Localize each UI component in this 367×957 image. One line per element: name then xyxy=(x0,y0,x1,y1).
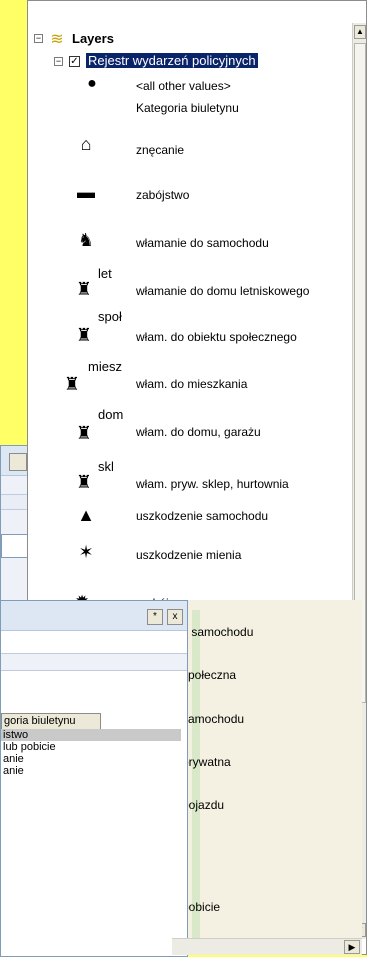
legend-item-label: włamanie do domu letniskowego xyxy=(136,284,310,298)
legend-item-sup: społ xyxy=(98,309,122,324)
table-row[interactable]: anie xyxy=(3,765,24,777)
legend-item-label: zabójstwo xyxy=(136,188,190,202)
burglar-icon: ♜ xyxy=(63,373,81,394)
legend-item-label: włam. do obiektu społecznego xyxy=(136,330,297,344)
burglar-icon: ♜ xyxy=(75,471,93,492)
partial-legend-label: prywatna xyxy=(182,755,231,769)
map-background: z samochodu społeczna samochodu prywatna… xyxy=(182,600,362,940)
horizontal-scrollbar[interactable]: ▶ xyxy=(172,938,362,955)
legend-item-label: uszkodzenie samochodu xyxy=(136,509,269,523)
damage-icon: ✶ xyxy=(78,541,94,562)
partial-legend-label: samochodu xyxy=(182,712,245,726)
legend-item-label: znęcanie xyxy=(136,143,185,157)
attribute-window-titlebar: * x xyxy=(1,601,187,631)
map-road xyxy=(192,610,200,940)
other-values-label: <all other values> xyxy=(136,79,231,93)
field-heading: Kategoria biuletynu xyxy=(136,101,239,115)
legend-item-label: włam. pryw. sklep, hurtownia xyxy=(136,477,289,491)
pin-button[interactable]: * xyxy=(147,609,163,625)
layer-name[interactable]: Rejestr wydarzeń policyjnych xyxy=(86,53,258,68)
table-row[interactable]: anie xyxy=(3,753,24,765)
layers-icon: ≋ xyxy=(50,31,64,48)
screen: X − ≋ Layers − ✓ Rejestr wydarzeń policy… xyxy=(0,0,367,957)
legend-item-label: uszkodzenie mienia xyxy=(136,548,242,562)
attribute-toolbar xyxy=(1,653,187,671)
legend-item-sup: dom xyxy=(98,407,124,422)
column-header[interactable]: goria biuletynu xyxy=(1,713,101,730)
legend-item-sup: skl xyxy=(98,459,114,474)
table-row[interactable]: istwo xyxy=(3,729,28,741)
attribute-table-window: * x goria biuletynu istwo lub pobicie an… xyxy=(0,600,188,957)
tombstone-icon: ▬ xyxy=(77,181,95,202)
house-grid-icon: ⌂ xyxy=(80,133,92,154)
burglar-icon: ♜ xyxy=(75,278,93,299)
legend-item-label: włam. do domu, garażu xyxy=(136,425,261,439)
legend-item-sup: miesz xyxy=(88,359,122,374)
partial-legend-label: z samochodu xyxy=(182,625,254,639)
layers-root-label: Layers xyxy=(72,31,114,46)
scroll-right-icon[interactable]: ▶ xyxy=(344,940,360,954)
collapse-toggle[interactable]: − xyxy=(34,34,43,43)
partial-legend-label: społeczna xyxy=(182,668,237,682)
legend-item-sup: let xyxy=(98,266,112,281)
close-button[interactable]: x xyxy=(167,609,183,625)
burglar-icon: ♜ xyxy=(75,422,93,443)
legend-item-label: włamanie do samochodu xyxy=(136,236,269,250)
circle-icon: ● xyxy=(87,75,97,92)
layer-collapse-toggle[interactable]: − xyxy=(54,57,63,66)
table-row[interactable]: lub pobicie xyxy=(3,741,56,753)
legend-item-label: włam. do mieszkania xyxy=(136,377,248,391)
layer-visibility-checkbox[interactable]: ✓ xyxy=(69,56,80,67)
damaged-car-icon: ▲ xyxy=(77,504,95,525)
burglar-icon: ♜ xyxy=(75,324,93,345)
thief-car-icon: ♞ xyxy=(77,229,95,250)
scroll-up-icon[interactable]: ▲ xyxy=(354,25,366,39)
background-window-button[interactable] xyxy=(9,453,27,471)
partial-legend-label: pojazdu xyxy=(182,798,225,812)
